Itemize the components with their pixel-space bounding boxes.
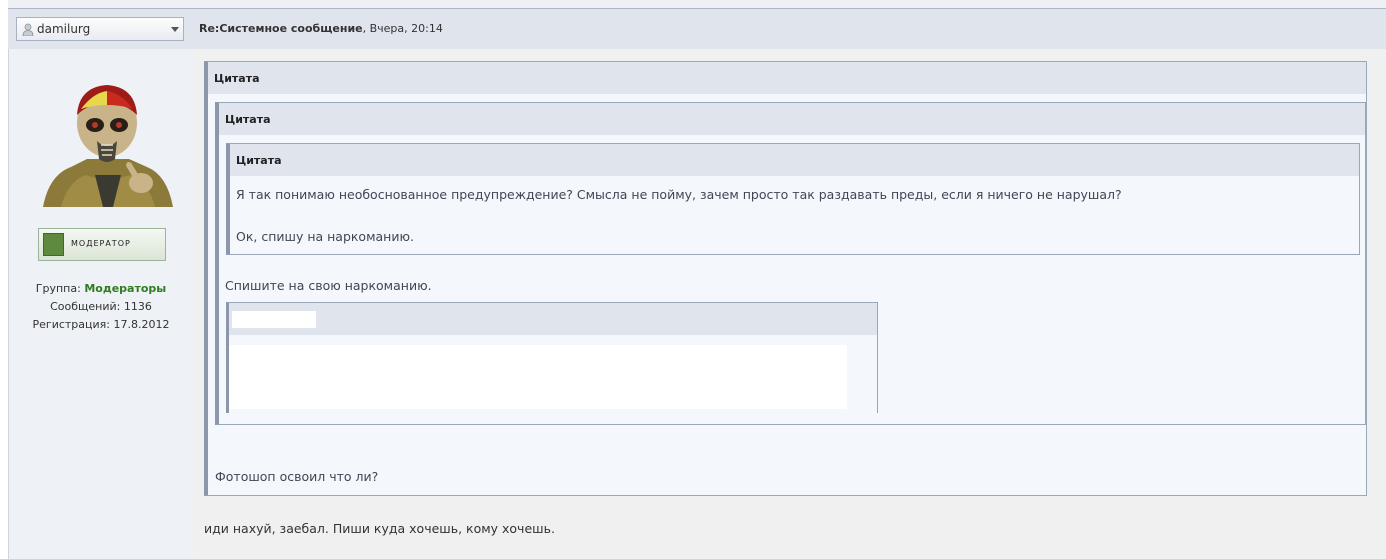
user-menu-dropdown[interactable]: damilurg <box>16 17 184 41</box>
registration-date: Регистрация: 17.8.2012 <box>32 318 170 331</box>
author-panel: Модератор Группа: Модераторы Сообщений: … <box>8 49 194 559</box>
outer-quote-text: Фотошоп освоил что ли? <box>215 469 379 484</box>
post-title: Re:Системное сообщение, Вчера, 20:14 <box>199 22 443 35</box>
group-label: Группа: <box>35 282 85 295</box>
quote-text-line-2: Ок, спишу на наркоманию. <box>236 229 414 244</box>
post-header: damilurg Re:Системное сообщение, Вчера, … <box>8 9 1386 49</box>
avatar-image[interactable] <box>41 79 175 209</box>
quote-label: Цитата <box>214 72 260 85</box>
top-divider <box>8 0 1386 9</box>
post-date: , Вчера, 20:14 <box>362 22 443 35</box>
post-subject-link[interactable]: Re:Системное сообщение <box>199 22 363 35</box>
quote-header: Цитата <box>230 144 1359 176</box>
quote-block-middle: Цитата Цитата Я так понимаю необоснованн… <box>215 102 1366 425</box>
quote-header: Цитата <box>219 103 1365 135</box>
post-content: Цитата Цитата Цитата Я так понимаю необо… <box>193 49 1386 559</box>
quote-block-redacted <box>226 302 878 413</box>
group-link[interactable]: Модераторы <box>84 282 166 295</box>
quote-label: Цитата <box>236 154 282 167</box>
user-icon <box>22 23 34 36</box>
rank-label: Модератор <box>71 239 131 248</box>
redacted-label <box>232 311 316 328</box>
middle-quote-text: Спишите на свою наркоманию. <box>225 278 432 293</box>
post-count: Сообщений: 1136 <box>50 300 152 313</box>
moderator-rank-badge: Модератор <box>38 228 166 261</box>
quote-block-inner: Цитата Я так понимаю необоснованное пред… <box>226 143 1360 255</box>
quote-header <box>229 303 877 335</box>
quote-block-outer: Цитата Цитата Цитата Я так понимаю необо… <box>204 61 1367 496</box>
quote-header: Цитата <box>208 62 1366 94</box>
username: damilurg <box>37 22 91 36</box>
quote-text-line-1: Я так понимаю необоснованное предупрежде… <box>236 187 1122 202</box>
chevron-down-icon[interactable] <box>171 27 179 32</box>
post-body-text: иди нахуй, заебал. Пиши куда хочешь, ком… <box>204 521 555 536</box>
redacted-content <box>229 345 847 409</box>
quote-label: Цитата <box>225 113 271 126</box>
moderator-badge-icon <box>43 233 64 256</box>
user-group: Группа: Модераторы <box>9 282 193 295</box>
